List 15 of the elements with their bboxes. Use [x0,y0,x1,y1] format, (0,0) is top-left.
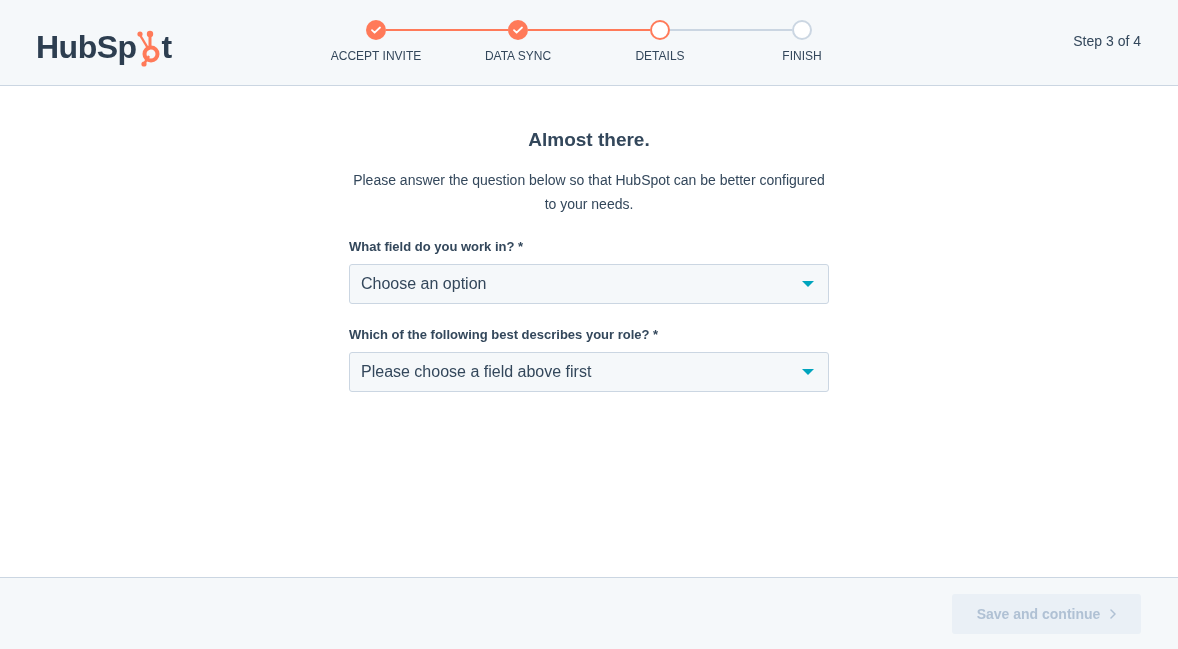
dropdown-field[interactable]: Please choose a field above first [349,352,829,392]
dropdown-field[interactable]: Choose an option [349,264,829,304]
question-label: What field do you work in? * [349,238,525,256]
step-label: FINISH [782,49,822,63]
step-label: DATA SYNC [484,49,552,63]
step-label: ACCEPT INVITE [330,49,422,63]
caret-icon [802,369,814,375]
hubspot-logo: HubSp t [36,28,172,65]
chevron-right-icon [1110,608,1117,619]
question-label: Which of the following best describes your role? * [349,326,660,344]
step-label: DETAILS [635,49,685,63]
form-description: Please answer the question below so that HubSpot can be better configured to your needs. [352,171,826,214]
step-counter: Step 3 of 4 [1073,32,1141,50]
caret-icon [802,281,814,287]
form-title: Almost there. [528,128,650,152]
